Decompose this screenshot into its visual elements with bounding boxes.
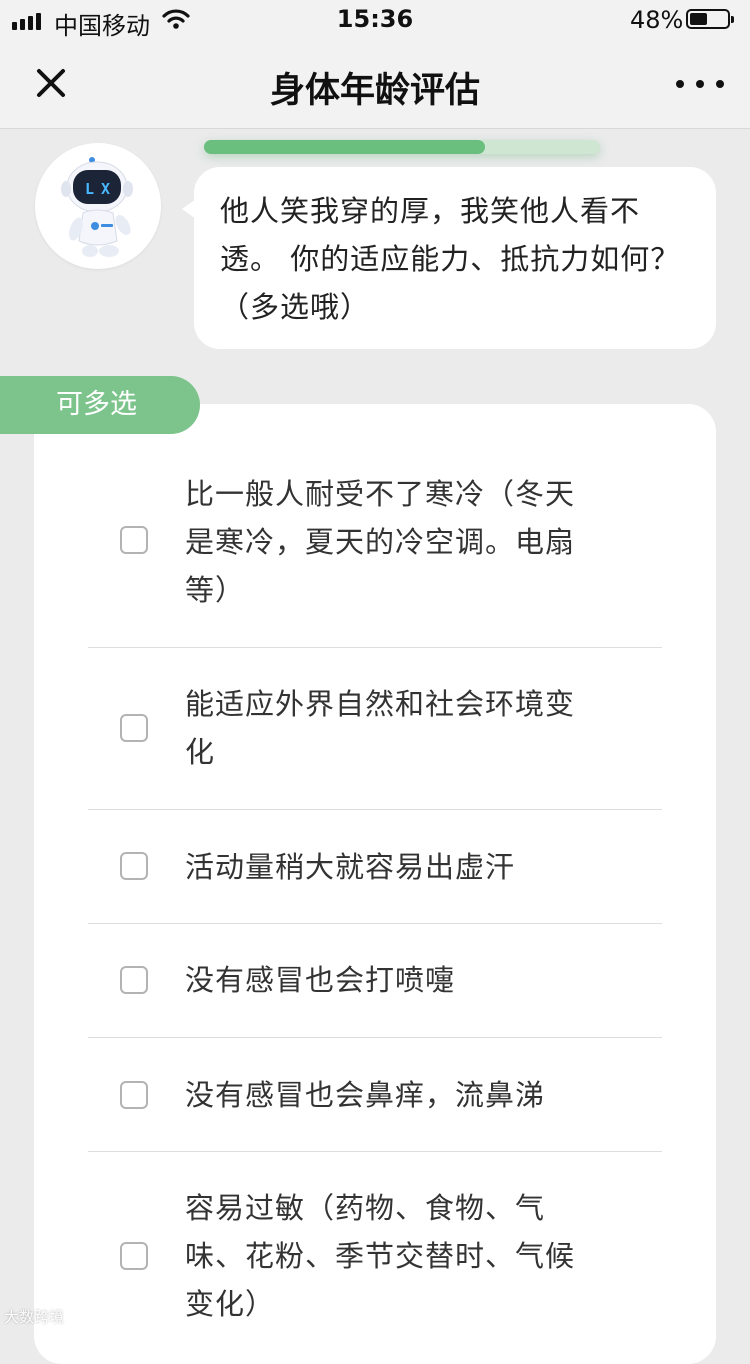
svg-text:X: X [101,180,110,198]
option-item-5[interactable]: 没有感冒也会鼻痒，流鼻涕 [88,1038,662,1151]
robot-avatar: L X [35,143,161,269]
option-label: 比一般人耐受不了寒冷（冬天是寒冷，夏天的冷空调。电扇等） [185,477,576,607]
nav-bar: 身体年龄评估 [0,40,750,129]
multi-select-tag: 可多选 [0,376,200,434]
watermark: 大数跨境 [4,1308,65,1326]
svg-text:L: L [85,180,94,198]
option-checkbox[interactable] [120,1242,148,1270]
battery-level-fill [690,13,707,25]
progress-bar [204,140,600,154]
question-bubble: 他人笑我穿的厚，我笑他人看不透。 你的适应能力、抵抗力如何？（多选哦） [182,167,716,349]
status-bar: 中国移动 15:36 48% [0,0,750,40]
option-label: 容易过敏（药物、食物、气味、花粉、季节交替时、气候变化） [185,1191,576,1321]
option-item-6[interactable]: 容易过敏（药物、食物、气味、花粉、季节交替时、气候变化） [88,1152,662,1332]
option-checkbox[interactable] [120,526,148,554]
option-checkbox[interactable] [120,852,148,880]
option-checkbox[interactable] [120,966,148,994]
option-item-2[interactable]: 能适应外界自然和社会环境变化 [88,648,662,810]
option-item-3[interactable]: 活动量稍大就容易出虚汗 [88,810,662,923]
options-card: 比一般人耐受不了寒冷（冬天是寒冷，夏天的冷空调。电扇等） 能适应外界自然和社会环… [34,404,716,1364]
option-label: 没有感冒也会打喷嚏 [185,963,456,997]
option-checkbox[interactable] [120,1081,148,1109]
option-checkbox[interactable] [120,714,148,742]
battery-icon [686,9,734,29]
option-label: 没有感冒也会鼻痒，流鼻涕 [185,1078,546,1112]
option-item-4[interactable]: 没有感冒也会打喷嚏 [88,924,662,1037]
page-title: 身体年龄评估 [269,71,480,111]
option-label: 能适应外界自然和社会环境变化 [185,687,576,769]
progress-fill [204,140,486,154]
more-dots-icon[interactable] [676,76,724,92]
option-label: 活动量稍大就容易出虚汗 [185,850,516,884]
option-item-1[interactable]: 比一般人耐受不了寒冷（冬天是寒冷，夏天的冷空调。电扇等） [88,466,662,646]
robot-icon: L X [61,157,133,257]
battery-percent: 48% [630,6,684,34]
question-text: 他人笑我穿的厚，我笑他人看不透。 你的适应能力、抵抗力如何？（多选哦） [220,194,681,324]
